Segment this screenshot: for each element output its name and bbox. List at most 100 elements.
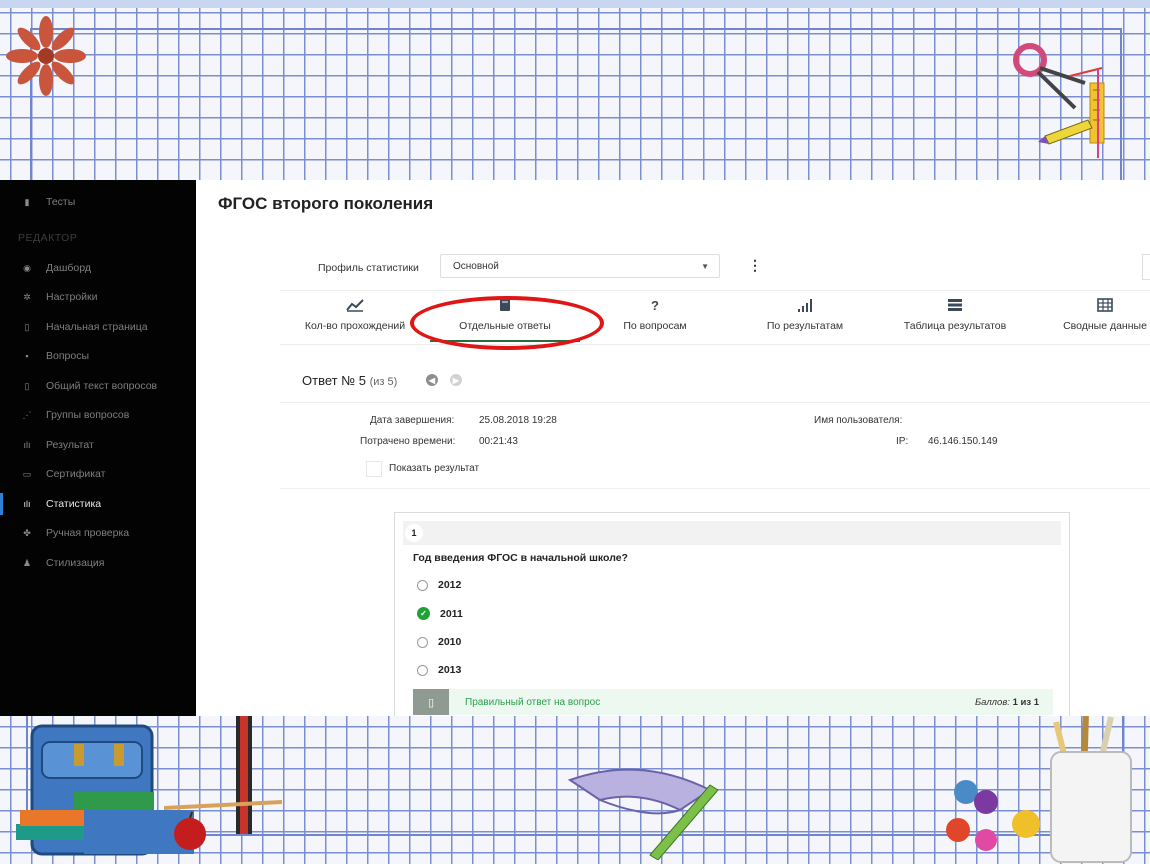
sidebar-section-heading: РЕДАКТОР (18, 232, 78, 244)
question-number: 1 (405, 524, 423, 542)
right-control[interactable] (1142, 254, 1150, 280)
profile-select[interactable]: Основной ▼ (440, 254, 720, 278)
sidebar-item-label: Стилизация (46, 557, 105, 569)
tab-passes-count[interactable]: Кол-во прохождений (280, 298, 430, 344)
phone-icon: ▯ (413, 689, 449, 715)
sidebar-item-label: Общий текст вопросов (46, 380, 158, 392)
answer-option: 2013 (417, 664, 461, 676)
tab-results-table[interactable]: Таблица результатов (880, 298, 1030, 344)
sidebar-item-settings[interactable]: ✲ Настройки (0, 284, 196, 310)
tab-label: По вопросам (623, 320, 687, 332)
groups-icon: ⋰ (22, 409, 32, 420)
sidebar-item-manual-check[interactable]: ✤ Ручная проверка (0, 520, 196, 546)
page-title: ФГОС второго поколения (218, 194, 434, 213)
flower-clipart (6, 16, 86, 96)
sidebar-item-question-groups[interactable]: ⋰ Группы вопросов (0, 402, 196, 428)
check-circle-icon: ✓ (417, 607, 430, 620)
option-label: 2011 (440, 607, 463, 620)
sidebar-item-tests[interactable]: ▮ Тесты (0, 189, 196, 215)
sidebar-item-label: Начальная страница (46, 321, 148, 333)
compass-ruler-pencil-clipart (1013, 43, 1105, 158)
signal-bars-icon (797, 298, 813, 316)
sidebar-item-statistics[interactable]: ılı Статистика (0, 491, 196, 517)
ip-label: IP: (896, 436, 909, 447)
profile-select-value: Основной (453, 260, 499, 272)
top-border (0, 0, 1150, 8)
more-options-icon[interactable]: ⋮ (748, 258, 762, 272)
ip-value: 46.146.150.149 (928, 436, 998, 447)
result-bar: ▯ Правильный ответ на вопрос Баллов: 1 и… (413, 689, 1053, 715)
bar-chart-icon: ılı (23, 499, 31, 509)
answer-option: ✓ 2011 (417, 607, 463, 620)
sidebar-item-start-page[interactable]: ▯ Начальная страница (0, 314, 196, 340)
radio-unchecked-icon (417, 664, 428, 676)
completion-date-value: 25.08.2018 19:28 (479, 415, 557, 426)
tab-label: По результатам (766, 320, 844, 332)
sidebar-item-label: Вопросы (46, 350, 90, 362)
sidebar-item-dashboard[interactable]: ◉ Дашборд (0, 255, 196, 281)
tab-summary-data[interactable]: Сводные данные (1030, 298, 1150, 344)
prev-arrow-icon[interactable]: ◀ (426, 374, 438, 386)
sidebar-item-certificate[interactable]: ▭ Сертификат (0, 461, 196, 487)
highlight-oval (410, 296, 604, 350)
show-result-label[interactable]: Показать результат (389, 463, 479, 474)
show-result-checkbox[interactable] (366, 461, 382, 477)
certificate-icon: ▭ (22, 468, 32, 479)
question-card: 1 Год введения ФГОС в начальной школе? 2… (394, 512, 1070, 716)
table-icon (1097, 298, 1113, 316)
line-chart-icon (346, 298, 364, 316)
tab-label: Кол-во прохождений (304, 320, 406, 332)
answer-number: Ответ № 5 (302, 373, 366, 388)
sidebar-item-label: Статистика (46, 498, 102, 510)
option-label: 2010 (438, 636, 462, 648)
sidebar-item-result[interactable]: ılı Результат (0, 432, 196, 458)
sidebar-item-label: Тесты (46, 196, 76, 208)
sidebar-item-questions[interactable]: ▪ Вопросы (0, 343, 196, 369)
sidebar-item-label: Группы вопросов (46, 409, 130, 421)
username-label: Имя пользователя: (814, 415, 903, 426)
tab-label: Сводные данные (1063, 320, 1147, 332)
score-value: 1 из 1 (1012, 697, 1039, 708)
answer-option: 2010 (417, 636, 461, 648)
profile-label: Профиль статистики (318, 262, 419, 274)
tab-label: Таблица результатов (903, 320, 1007, 332)
result-text: Правильный ответ на вопрос (465, 697, 601, 708)
dashboard-icon: ◉ (23, 262, 31, 273)
sidebar-item-styling[interactable]: ♟ Стилизация (0, 550, 196, 576)
next-arrow-icon[interactable]: ▶ (450, 374, 462, 386)
document-icon: ▮ (24, 196, 30, 207)
style-icon: ♟ (22, 557, 32, 568)
paw-icon: ✤ (23, 527, 31, 538)
server-list-icon (947, 298, 963, 316)
answer-option: 2012 (417, 579, 461, 591)
option-label: 2013 (438, 664, 462, 676)
divider (280, 290, 1150, 291)
gear-icon: ✲ (23, 291, 31, 302)
option-label: 2012 (438, 579, 462, 591)
divider (280, 344, 1150, 345)
completion-date-label: Дата завершения: (370, 415, 455, 426)
questions-icon: ▪ (25, 351, 29, 361)
pencil-cup-pins-clipart (946, 712, 1132, 863)
app-screenshot: ▮ Тесты РЕДАКТОР ◉ Дашборд ✲ Настройки ▯… (0, 180, 1150, 716)
score: Баллов: 1 из 1 (975, 697, 1039, 708)
answer-total: (из 5) (369, 376, 398, 388)
score-label: Баллов: (974, 697, 1010, 708)
sidebar-item-common-text[interactable]: ▯ Общий текст вопросов (0, 373, 196, 399)
sidebar-item-label: Результат (46, 439, 94, 451)
divider (280, 488, 1150, 489)
question-text: Год введения ФГОС в начальной школе? (413, 552, 628, 564)
sidebar-item-label: Дашборд (46, 262, 91, 274)
sidebar-item-label: Настройки (46, 291, 98, 303)
page-icon: ▯ (24, 321, 30, 332)
protractor-pencil-clipart (567, 768, 719, 860)
time-spent-label: Потрачено времени: (360, 436, 456, 447)
school-bag-books-clipart (16, 714, 282, 856)
tab-by-results[interactable]: По результатам (730, 298, 880, 344)
answer-heading: Ответ № 5 (из 5) (302, 373, 397, 388)
sidebar: ▮ Тесты РЕДАКТОР ◉ Дашборд ✲ Настройки ▯… (0, 180, 196, 716)
chevron-down-icon: ▼ (701, 262, 709, 271)
time-spent-value: 00:21:43 (479, 436, 518, 447)
question-header (403, 521, 1061, 545)
sidebar-item-label: Сертификат (46, 468, 106, 480)
